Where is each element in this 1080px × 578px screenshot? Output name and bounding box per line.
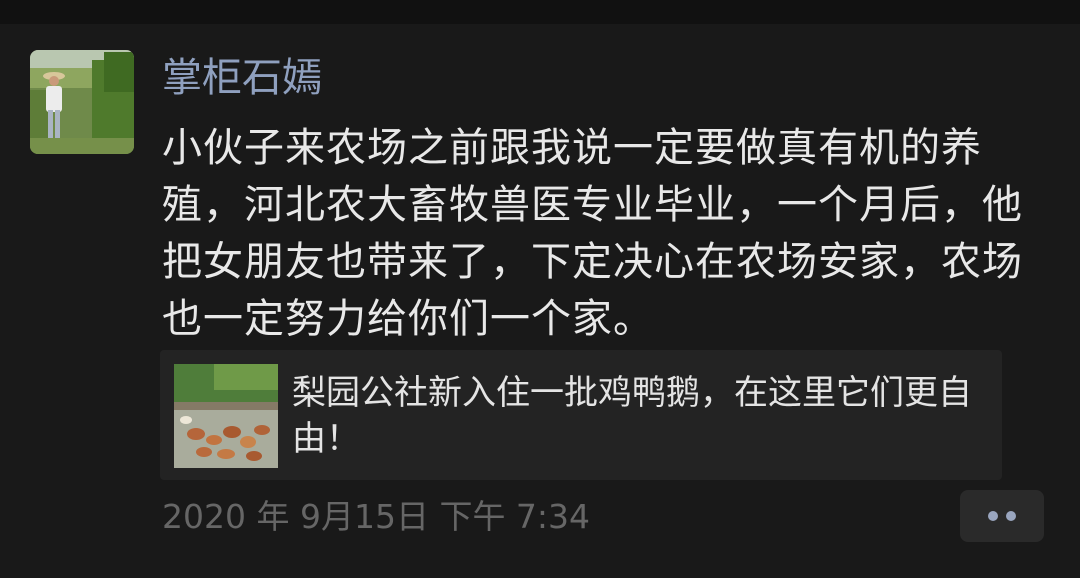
dot-icon xyxy=(988,511,998,521)
post-text: 小伙子来农场之前跟我说一定要做真有机的养殖，河北农大畜牧兽医专业毕业，一个月后，… xyxy=(162,125,1023,342)
avatar[interactable] xyxy=(30,50,134,154)
author-name[interactable]: 掌柜石嫣 xyxy=(162,50,322,106)
shared-link-card[interactable]: 梨园公社新入住一批鸡鸭鹅，在这里它们更自由！ xyxy=(160,350,1002,480)
shared-link-title: 梨园公社新入住一批鸡鸭鹅，在这里它们更自由！ xyxy=(292,373,972,459)
poultry-photo xyxy=(174,364,278,468)
post-timestamp: 2020 年 9月15日 下午 7:34 xyxy=(162,497,591,536)
shared-link-thumbnail xyxy=(174,364,278,468)
top-bar xyxy=(0,0,1080,24)
avatar-photo xyxy=(30,50,134,154)
more-button[interactable] xyxy=(960,490,1044,542)
dot-icon xyxy=(1006,511,1016,521)
